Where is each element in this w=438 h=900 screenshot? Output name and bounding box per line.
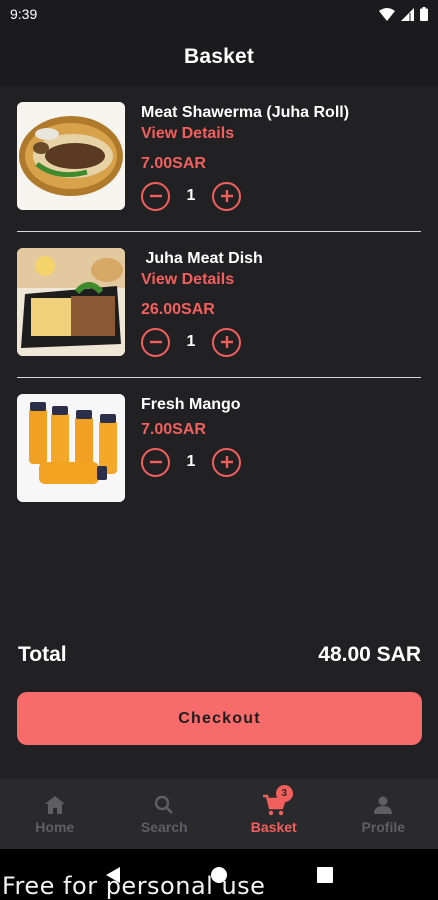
quantity-value: 1 <box>186 187 196 204</box>
basket-item: Meat Shawerma (Juha Roll) View Details 7… <box>0 86 438 232</box>
item-info: Juha Meat Dish View Details 26.00SAR 1 <box>141 248 263 357</box>
plus-icon <box>220 336 233 348</box>
nav-item-search[interactable]: Search <box>110 779 220 849</box>
app-bar: Basket <box>0 28 438 86</box>
nav-item-home[interactable]: Home <box>0 779 110 849</box>
cart-badge: 3 <box>275 785 293 802</box>
quantity-stepper: 1 <box>141 327 263 357</box>
back-icon <box>106 866 120 883</box>
item-info: Meat Shawerma (Juha Roll) View Details 7… <box>141 102 349 211</box>
increase-quantity-button[interactable] <box>212 181 241 211</box>
minus-icon <box>149 194 162 198</box>
profile-icon <box>373 793 393 817</box>
item-name: Meat Shawerma (Juha Roll) <box>141 104 350 121</box>
item-price: 7.00SAR <box>141 155 206 172</box>
nav-label-home: Home <box>35 819 75 835</box>
quantity-value: 1 <box>186 333 196 350</box>
plus-icon <box>220 456 233 468</box>
nav-item-profile[interactable]: Profile <box>329 779 438 849</box>
minus-icon <box>149 460 162 464</box>
basket-item: Fresh Mango 7.00SAR 1 <box>0 378 438 524</box>
mango-juice-image[interactable] <box>17 394 125 502</box>
meat-dish-image[interactable] <box>17 248 125 356</box>
quantity-stepper: 1 <box>141 447 241 477</box>
item-price: 7.00SAR <box>141 421 206 438</box>
status-icons <box>379 7 428 21</box>
decrease-quantity-button[interactable] <box>141 327 170 357</box>
home-icon <box>44 793 66 817</box>
item-name: Fresh Mango <box>141 396 241 413</box>
back-button[interactable] <box>93 855 133 895</box>
page-title: Basket <box>183 45 255 68</box>
view-details-link[interactable]: View Details <box>141 124 349 146</box>
decrease-quantity-button[interactable] <box>141 447 170 477</box>
item-info: Fresh Mango 7.00SAR 1 <box>141 394 241 477</box>
item-price: 26.00SAR <box>141 301 215 318</box>
view-details-link[interactable]: View Details <box>141 270 263 292</box>
plus-icon <box>220 190 233 202</box>
quantity-stepper: 1 <box>141 181 349 211</box>
increase-quantity-button[interactable] <box>212 447 241 477</box>
signal-icon <box>401 7 414 21</box>
increase-quantity-button[interactable] <box>212 327 241 357</box>
system-nav-bar <box>0 849 438 900</box>
wifi-icon <box>379 7 395 21</box>
quantity-value: 1 <box>186 453 196 470</box>
total-row: Total 48.00 SAR <box>18 640 421 670</box>
status-time: 9:39 <box>10 6 38 22</box>
cart-icon: 3 <box>262 785 293 817</box>
decrease-quantity-button[interactable] <box>141 181 170 211</box>
basket-list: Meat Shawerma (Juha Roll) View Details 7… <box>0 86 438 524</box>
checkout-button[interactable]: Checkout <box>17 692 422 745</box>
recents-button[interactable] <box>305 855 345 895</box>
recents-icon <box>317 866 333 883</box>
total-label: Total <box>18 643 67 666</box>
nav-label-search: Search <box>140 819 188 835</box>
item-name: Juha Meat Dish <box>141 250 263 267</box>
nav-label-profile: Profile <box>361 819 406 835</box>
shawerma-roll-image[interactable] <box>17 102 125 210</box>
basket-item: Juha Meat Dish View Details 26.00SAR 1 <box>0 232 438 378</box>
nav-item-basket[interactable]: 3 Basket <box>219 779 329 849</box>
search-icon <box>154 793 174 817</box>
status-bar: 9:39 <box>0 0 438 28</box>
home-button[interactable] <box>199 855 239 895</box>
home-circle-icon <box>211 866 227 883</box>
bottom-nav: Home Search 3 Basket Profile <box>0 779 438 849</box>
total-value: 48.00 SAR <box>318 643 421 666</box>
battery-icon <box>420 7 428 21</box>
minus-icon <box>149 340 162 344</box>
nav-label-basket: Basket <box>250 819 297 835</box>
